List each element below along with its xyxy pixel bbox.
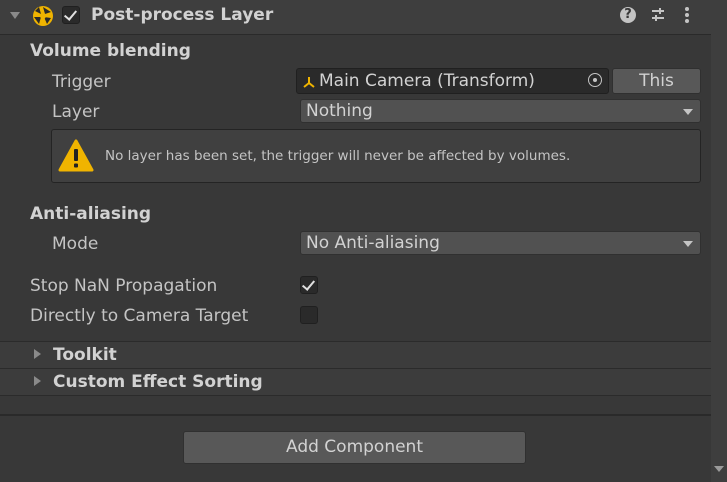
- trigger-value: Main Camera (Transform): [319, 71, 535, 91]
- custom-effect-sorting-label: Custom Effect Sorting: [53, 372, 263, 392]
- check-icon: [301, 277, 316, 291]
- help-icon[interactable]: ?: [620, 7, 636, 23]
- layer-value: Nothing: [306, 101, 373, 121]
- warning-icon: [58, 139, 94, 172]
- check-icon: [63, 7, 78, 21]
- stop-nan-checkbox[interactable]: [300, 276, 318, 294]
- chevron-right-icon: [34, 376, 41, 386]
- collapse-arrow-icon[interactable]: [10, 12, 20, 19]
- trigger-label: Trigger: [52, 72, 111, 92]
- volume-blending-header: Volume blending: [30, 41, 191, 61]
- object-picker-icon[interactable]: [588, 73, 602, 87]
- scrollbar[interactable]: [711, 0, 727, 482]
- warning-help-box: No layer has been set, the trigger will …: [51, 129, 701, 183]
- layer-dropdown[interactable]: Nothing: [300, 99, 701, 123]
- chevron-down-icon: [683, 241, 693, 247]
- divider: [0, 414, 711, 416]
- mode-dropdown[interactable]: No Anti-aliasing: [300, 231, 701, 255]
- scroll-down-icon[interactable]: [714, 466, 724, 472]
- kebab-menu-icon[interactable]: [684, 7, 690, 25]
- this-button[interactable]: This: [612, 68, 701, 94]
- stop-nan-label: Stop NaN Propagation: [30, 276, 218, 296]
- direct-camera-checkbox[interactable]: [300, 306, 318, 324]
- presets-icon[interactable]: [650, 7, 666, 23]
- warning-text: No layer has been set, the trigger will …: [105, 148, 571, 164]
- component-title: Post-process Layer: [91, 5, 274, 25]
- custom-effect-sorting-foldout[interactable]: Custom Effect Sorting: [0, 368, 711, 396]
- add-component-button[interactable]: Add Component: [183, 431, 526, 464]
- mode-value: No Anti-aliasing: [306, 233, 440, 253]
- chevron-down-icon: [683, 109, 693, 115]
- direct-camera-label: Directly to Camera Target: [30, 306, 249, 326]
- trigger-object-field[interactable]: Main Camera (Transform): [296, 68, 609, 94]
- layer-label: Layer: [52, 102, 100, 122]
- transform-icon: [303, 77, 315, 88]
- toolkit-label: Toolkit: [53, 345, 117, 365]
- toolkit-foldout[interactable]: Toolkit: [0, 341, 711, 369]
- chevron-right-icon: [34, 349, 41, 359]
- component-enabled-checkbox[interactable]: [62, 6, 80, 24]
- mode-label: Mode: [52, 234, 99, 254]
- post-process-icon: [31, 4, 55, 28]
- anti-aliasing-header: Anti-aliasing: [30, 204, 152, 224]
